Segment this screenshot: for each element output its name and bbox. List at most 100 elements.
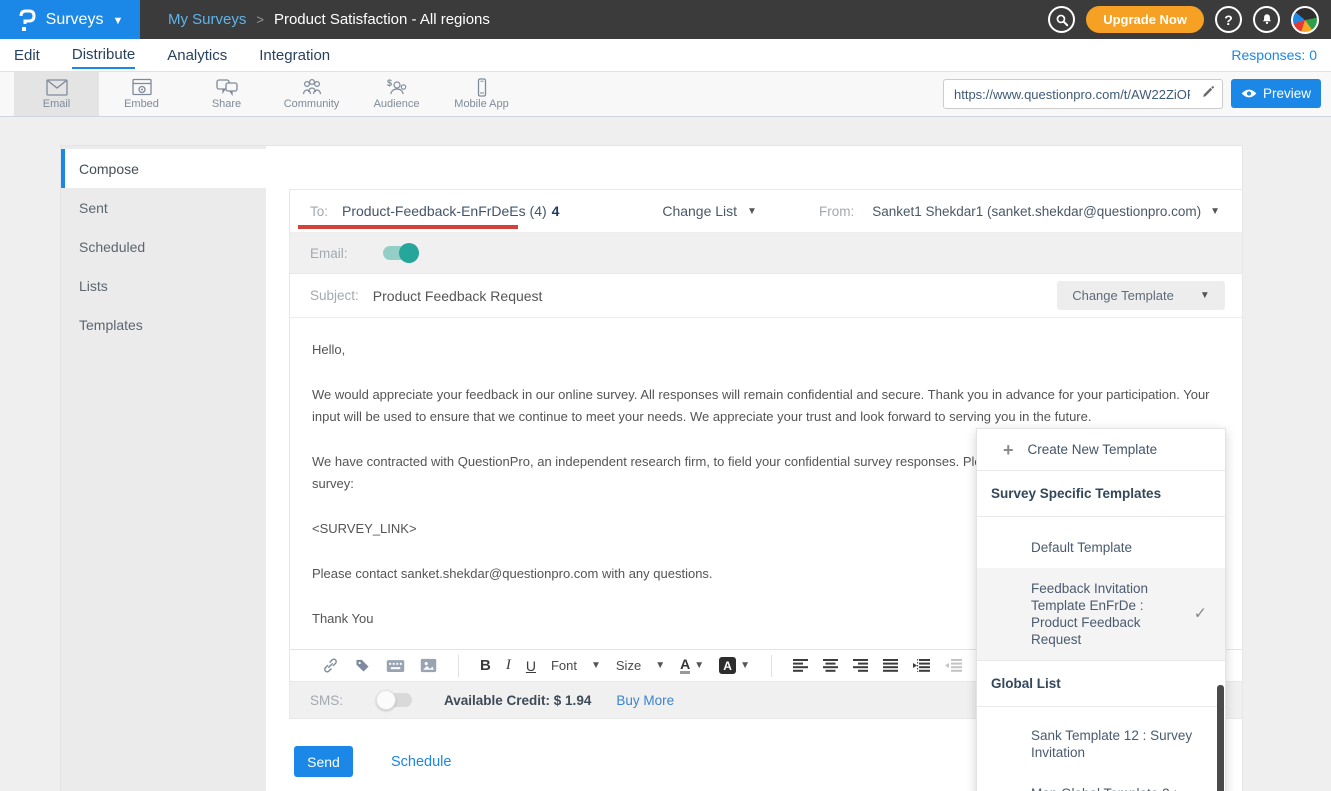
keyboard-button[interactable]	[386, 659, 405, 673]
upgrade-now-button[interactable]: Upgrade Now	[1086, 6, 1204, 33]
outdent-icon	[945, 659, 962, 672]
chevron-down-icon: ▼	[112, 15, 123, 27]
channel-label: Audience	[374, 98, 420, 110]
survey-url-input[interactable]	[944, 87, 1194, 102]
schedule-link[interactable]: Schedule	[391, 754, 451, 770]
search-icon	[1055, 13, 1069, 27]
menu-item-map-global-template[interactable]: Map Global Template 2 : Survey Invitatio…	[977, 773, 1225, 791]
align-justify-icon	[883, 659, 898, 672]
toggle-knob	[376, 690, 396, 710]
send-row: Send Schedule	[294, 746, 451, 777]
channel-mobile-app[interactable]: Mobile App	[439, 72, 524, 116]
responses-count: Responses: 0	[1231, 47, 1317, 63]
indent-icon	[913, 659, 930, 672]
sms-toggle[interactable]	[378, 693, 412, 707]
channel-embed[interactable]: Embed	[99, 72, 184, 116]
background-color-button[interactable]: A ▼	[719, 657, 750, 674]
chevron-down-icon: ▼	[694, 660, 704, 671]
text-color-button[interactable]: A ▼	[680, 658, 704, 674]
underline-button[interactable]: U	[526, 658, 536, 674]
tab-analytics[interactable]: Analytics	[167, 42, 227, 68]
to-recipient-count: 4	[552, 203, 560, 219]
outdent-button[interactable]	[945, 659, 962, 672]
link-icon	[322, 657, 339, 674]
channel-share[interactable]: Share	[184, 72, 269, 116]
menu-item-feedback-invitation[interactable]: Feedback Invitation Template EnFrDe : Pr…	[977, 568, 1225, 660]
from-label: From:	[819, 204, 854, 219]
align-center-button[interactable]	[823, 659, 838, 672]
menu-header-survey-specific: Survey Specific Templates	[977, 471, 1225, 516]
align-justify-button[interactable]	[883, 659, 898, 672]
help-button[interactable]: ?	[1215, 6, 1242, 33]
sidebar-item-compose[interactable]: Compose	[61, 149, 266, 188]
available-credit: Available Credit: $ 1.94	[444, 693, 591, 708]
send-button[interactable]: Send	[294, 746, 353, 777]
preview-button[interactable]: Preview	[1231, 79, 1321, 108]
size-label: Size	[616, 658, 641, 673]
merge-tag-button[interactable]	[354, 657, 371, 674]
product-switcher[interactable]: Surveys ▼	[0, 0, 140, 39]
sidebar-item-sent[interactable]: Sent	[61, 188, 266, 227]
italic-button[interactable]: I	[506, 657, 511, 674]
audience-icon: $	[385, 78, 409, 97]
bold-button[interactable]: B	[480, 657, 491, 674]
tab-edit[interactable]: Edit	[14, 42, 40, 68]
from-sender-dropdown[interactable]: Sanket1 Shekdar1 (sanket.shekdar@questio…	[872, 204, 1220, 219]
pencil-icon	[1201, 85, 1215, 99]
email-sidebar: Compose Sent Scheduled Lists Templates	[61, 146, 266, 791]
sidebar-item-lists[interactable]: Lists	[61, 266, 266, 305]
insert-link-button[interactable]	[322, 657, 339, 674]
align-left-icon	[793, 659, 808, 672]
sidebar-item-templates[interactable]: Templates	[61, 305, 266, 344]
chevron-down-icon: ▼	[655, 660, 665, 671]
subject-value[interactable]: Product Feedback Request	[373, 288, 543, 304]
align-left-button[interactable]	[793, 659, 808, 672]
email-toggle[interactable]	[383, 246, 417, 260]
breadcrumb-my-surveys[interactable]: My Surveys	[168, 11, 246, 28]
chevron-down-icon: ▼	[591, 660, 601, 671]
create-new-template-item[interactable]: + Create New Template	[977, 429, 1225, 470]
buy-more-link[interactable]: Buy More	[616, 693, 674, 708]
plus-icon: +	[1003, 443, 1014, 457]
sms-toggle-label: SMS:	[310, 693, 343, 708]
to-list-name[interactable]: Product-Feedback-EnFrDeEs (4)	[342, 203, 547, 219]
indent-button[interactable]	[913, 659, 930, 672]
to-label: To:	[310, 204, 328, 219]
tag-icon	[354, 657, 371, 674]
menu-scrollbar[interactable]	[1217, 685, 1224, 791]
insert-image-button[interactable]	[420, 658, 437, 673]
email-icon	[45, 78, 69, 97]
menu-item-label: Feedback Invitation Template EnFrDe : Pr…	[1031, 581, 1148, 647]
tab-integration[interactable]: Integration	[259, 42, 330, 68]
page-title: Product Satisfaction - All regions	[274, 11, 490, 28]
notifications-button[interactable]	[1253, 6, 1280, 33]
bell-icon	[1260, 12, 1274, 27]
text-color-label: A	[680, 658, 690, 674]
chevron-down-icon: ▼	[740, 660, 750, 671]
channel-email[interactable]: Email	[14, 72, 99, 116]
change-list-dropdown[interactable]: Change List ▼	[662, 203, 757, 219]
channel-label: Community	[284, 98, 340, 110]
font-size-dropdown[interactable]: Size ▼	[616, 658, 665, 673]
avatar[interactable]	[1291, 6, 1319, 34]
image-icon	[420, 658, 437, 673]
tab-distribute[interactable]: Distribute	[72, 41, 135, 69]
edit-url-button[interactable]	[1194, 85, 1222, 104]
chevron-down-icon: ▼	[747, 206, 757, 217]
font-family-dropdown[interactable]: Font ▼	[551, 658, 601, 673]
toolbar-divider	[458, 655, 459, 677]
share-icon	[215, 78, 239, 97]
align-right-button[interactable]	[853, 659, 868, 672]
search-button[interactable]	[1048, 6, 1075, 33]
channel-community[interactable]: Community	[269, 72, 354, 116]
menu-item-sank-template[interactable]: Sank Template 12 : Survey Invitation	[977, 707, 1225, 773]
product-label: Surveys	[46, 11, 104, 29]
change-template-dropdown[interactable]: Change Template ▼	[1057, 281, 1225, 310]
distribute-channelbar: Email Embed Share Community $ Audience M…	[0, 72, 1331, 117]
sidebar-item-scheduled[interactable]: Scheduled	[61, 227, 266, 266]
channel-label: Embed	[124, 98, 159, 110]
questionpro-logo	[17, 8, 37, 32]
bg-color-label: A	[719, 657, 736, 674]
menu-item-default-template[interactable]: Default Template	[977, 517, 1225, 568]
channel-audience[interactable]: $ Audience	[354, 72, 439, 116]
